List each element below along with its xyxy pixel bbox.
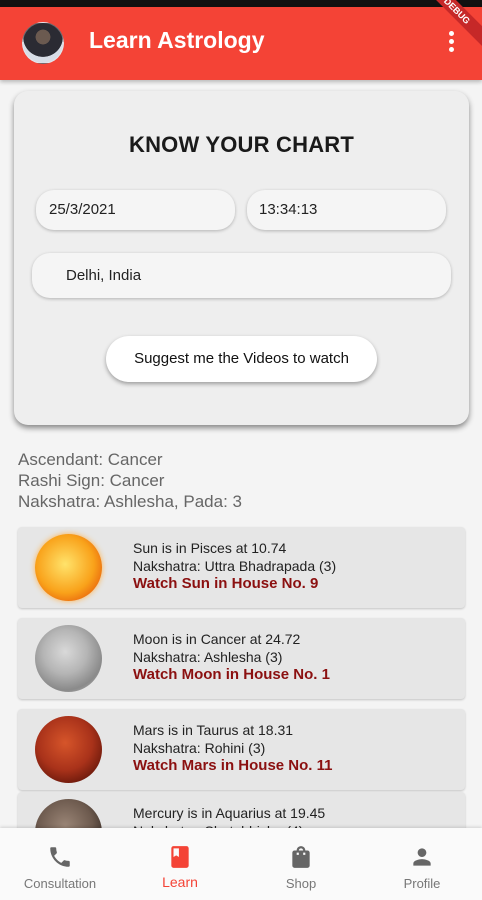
planet-position: Mercury is in Aquarius at 19.45 — [133, 805, 326, 821]
planet-position: Sun is in Pisces at 10.74 — [133, 540, 287, 556]
nav-shop[interactable]: Shop — [241, 828, 361, 900]
card-title: KNOW YOUR CHART — [128, 132, 355, 157]
phone-icon — [50, 847, 70, 867]
planet-nakshatra: Nakshatra: Rohini (3) — [133, 740, 266, 756]
nav-profile[interactable]: Profile — [362, 828, 482, 900]
status-bar — [0, 0, 482, 7]
nav-learn[interactable]: Learn — [120, 828, 240, 900]
watch-link[interactable]: Watch Mars in House No. 11 — [133, 757, 333, 774]
nav-label: Learn — [162, 874, 198, 890]
mars-icon — [35, 716, 102, 783]
suggest-videos-button[interactable]: Suggest me the Videos to watch — [106, 336, 377, 382]
nav-label: Profile — [403, 876, 441, 891]
bottom-navigation: Consultation Learn Shop Profile — [0, 828, 482, 900]
planet-card-sun[interactable]: Sun is in Pisces at 10.74 Nakshatra: Utt… — [18, 527, 465, 608]
book-icon — [171, 846, 189, 868]
planet-card-mars[interactable]: Mars is in Taurus at 18.31 Nakshatra: Ro… — [18, 709, 465, 790]
ascendant-text: Ascendant: Cancer — [18, 450, 163, 469]
rashi-text: Rashi Sign: Cancer — [18, 471, 165, 490]
sun-icon — [35, 534, 102, 601]
nav-label: Consultation — [23, 876, 97, 891]
time-field[interactable]: 13:34:13 — [247, 190, 446, 230]
nakshatra-text: Nakshatra: Ashlesha, Pada: 3 — [18, 492, 242, 511]
planet-position: Moon is in Cancer at 24.72 — [133, 631, 301, 647]
avatar[interactable] — [22, 22, 64, 64]
nav-label: Shop — [285, 876, 317, 891]
planet-card-moon[interactable]: Moon is in Cancer at 24.72 Nakshatra: As… — [18, 618, 465, 699]
planet-nakshatra: Nakshatra: Ashlesha (3) — [133, 649, 283, 665]
moon-icon — [35, 625, 102, 692]
chart-summary: Ascendant: Cancer Rashi Sign: Cancer Nak… — [18, 449, 242, 512]
app-bar: Learn Astrology — [0, 7, 482, 80]
date-field[interactable]: 25/3/2021 — [36, 190, 235, 230]
place-field[interactable]: Delhi, India — [32, 253, 451, 298]
page-title: Learn Astrology — [89, 27, 265, 53]
shopping-bag-icon — [292, 846, 310, 868]
planet-position: Mars is in Taurus at 18.31 — [133, 722, 294, 738]
chart-form-card: KNOW YOUR CHART 25/3/2021 13:34:13 Delhi… — [14, 91, 469, 425]
person-icon — [413, 848, 431, 866]
more-vert-icon[interactable] — [441, 29, 461, 59]
nav-consultation[interactable]: Consultation — [0, 828, 120, 900]
planet-nakshatra: Nakshatra: Uttra Bhadrapada (3) — [133, 558, 337, 574]
watch-link[interactable]: Watch Sun in House No. 9 — [133, 575, 318, 592]
watch-link[interactable]: Watch Moon in House No. 1 — [133, 666, 330, 683]
